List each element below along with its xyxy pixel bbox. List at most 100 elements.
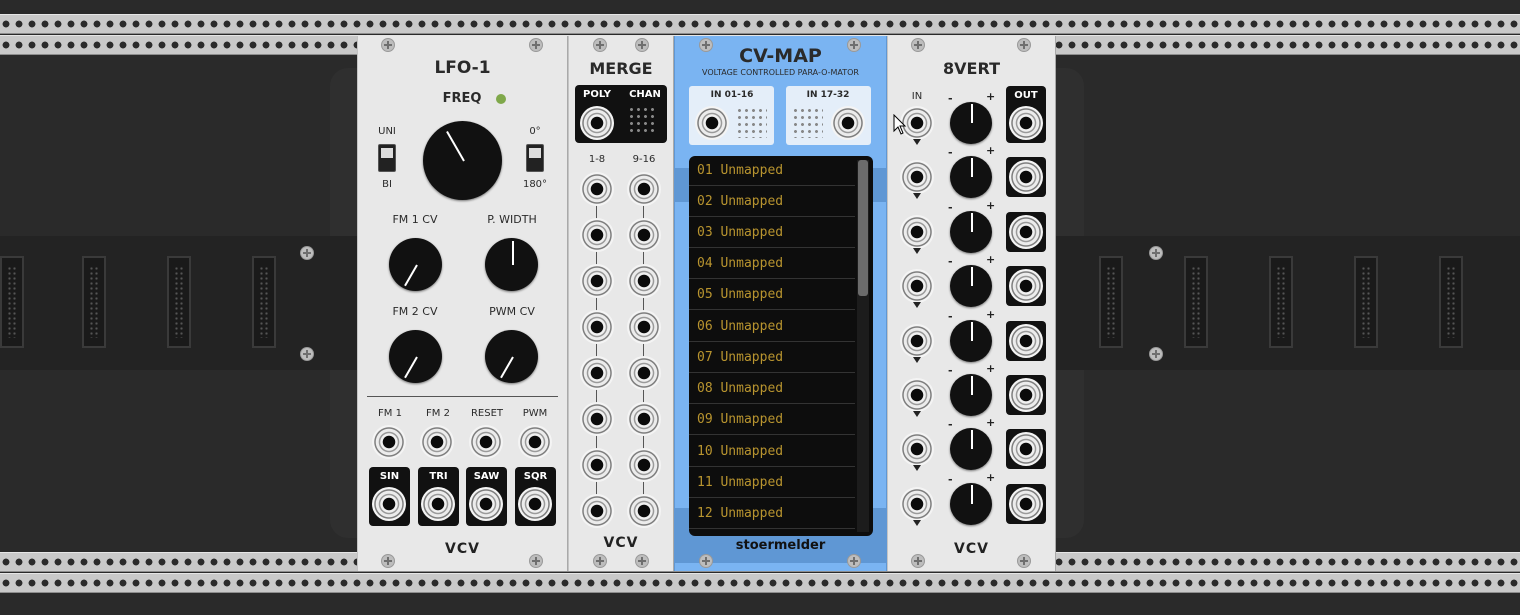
mapping-list[interactable]: 01 Unmapped 02 Unmapped 03 Unmapped 04 U… [689, 156, 873, 536]
8vert-input-jack[interactable] [900, 486, 934, 521]
mapping-item[interactable]: 03 Unmapped [689, 218, 855, 248]
8vert-output-jack[interactable] [1009, 486, 1043, 521]
reset-input-label: RESET [470, 408, 504, 419]
merge-input-jack[interactable] [627, 172, 661, 206]
8vert-input-jack[interactable] [900, 269, 934, 304]
fm1cv-knob[interactable] [389, 238, 442, 291]
merge-input-jack[interactable] [627, 402, 661, 436]
screw [911, 38, 925, 52]
freq-knob[interactable] [423, 121, 502, 200]
minus-label: - [948, 472, 953, 486]
normalled-arrow-icon [913, 465, 921, 472]
reset-input-jack[interactable] [469, 425, 503, 459]
normalled-arrow-icon [913, 247, 921, 254]
attenuverter-knob[interactable] [950, 374, 992, 416]
minus-label: - [948, 418, 953, 432]
8vert-output-jack[interactable] [1009, 323, 1043, 358]
normalled-arrow-icon [913, 302, 921, 309]
mapping-item[interactable]: 07 Unmapped [689, 343, 855, 373]
mapping-item[interactable]: 11 Unmapped [689, 468, 855, 498]
screw [635, 554, 649, 568]
in1-jack[interactable] [695, 106, 729, 140]
saw-output-jack[interactable] [469, 487, 503, 521]
attenuverter-knob[interactable] [950, 265, 992, 308]
merge-input-jack[interactable] [580, 264, 614, 298]
top-rail-1 [0, 14, 1520, 34]
background-connector [82, 256, 106, 348]
sin-output-jack[interactable] [372, 487, 406, 521]
sin-label: SIN [379, 471, 400, 482]
mapping-item[interactable]: 01 Unmapped [689, 156, 855, 186]
merge-input-jack[interactable] [580, 218, 614, 252]
vcv-logo: VCV [445, 541, 480, 557]
fm2cv-label: FM 2 CV [392, 305, 438, 318]
mapping-scrollbar[interactable] [857, 160, 869, 532]
tri-label: TRI [429, 471, 448, 482]
pwmcv-knob[interactable] [485, 330, 538, 383]
screw [593, 38, 607, 52]
pwidth-label: P. WIDTH [487, 213, 537, 226]
8vert-input-jack[interactable] [900, 214, 934, 249]
merge-input-jack[interactable] [580, 356, 614, 390]
mapping-item[interactable]: 10 Unmapped [689, 437, 855, 467]
bi-label: BI [382, 179, 392, 190]
poly-output-jack[interactable] [580, 106, 614, 140]
minus-label: - [948, 200, 953, 214]
mapping-item[interactable]: 02 Unmapped [689, 187, 855, 217]
scrollbar-thumb[interactable] [858, 160, 868, 296]
merge-input-jack[interactable] [627, 448, 661, 482]
merge-input-jack[interactable] [580, 494, 614, 528]
screw [847, 554, 861, 568]
vcv-logo: VCV [603, 535, 639, 551]
mapping-item[interactable]: 08 Unmapped [689, 374, 855, 404]
merge-input-jack[interactable] [580, 448, 614, 482]
merge-input-jack[interactable] [627, 494, 661, 528]
mapping-item[interactable]: 09 Unmapped [689, 405, 855, 435]
in2-jack[interactable] [831, 106, 865, 140]
background-screw [300, 347, 314, 361]
pwm-input-jack[interactable] [518, 425, 552, 459]
background-connector [1099, 256, 1123, 348]
mapping-item[interactable]: 12 Unmapped [689, 499, 855, 529]
mapping-item[interactable]: 05 Unmapped [689, 280, 855, 310]
mapping-item[interactable]: 06 Unmapped [689, 312, 855, 342]
uni-bi-switch[interactable] [378, 144, 396, 172]
background-connector [1439, 256, 1463, 348]
8vert-output-jack[interactable] [1009, 269, 1043, 304]
saw-label: SAW [473, 471, 500, 482]
merge-input-jack[interactable] [627, 310, 661, 344]
channel-led-grid [628, 106, 658, 136]
in1-led-grid [736, 107, 767, 138]
8vert-input-jack[interactable] [900, 378, 934, 412]
attenuverter-knob[interactable] [950, 482, 992, 525]
pwidth-knob[interactable] [485, 238, 538, 291]
attenuverter-knob[interactable] [950, 210, 992, 253]
phase-switch[interactable] [526, 144, 544, 172]
merge-title: MERGE [589, 59, 653, 78]
merge-input-jack[interactable] [580, 172, 614, 206]
mapping-item[interactable]: 04 Unmapped [689, 249, 855, 279]
fm1-input-jack[interactable] [372, 425, 406, 459]
minus-label: - [948, 364, 953, 377]
background-screw [1149, 347, 1163, 361]
tri-output-jack[interactable] [421, 487, 455, 521]
fm2cv-knob[interactable] [389, 330, 442, 383]
screw [593, 554, 607, 568]
8vert-input-jack[interactable] [900, 323, 934, 358]
8vert-output-jack[interactable] [1009, 378, 1043, 412]
merge-input-jack[interactable] [580, 402, 614, 436]
fm2-input-jack[interactable] [420, 425, 454, 459]
8vert-output-jack[interactable] [1009, 106, 1043, 140]
sqr-output-jack[interactable] [518, 487, 552, 521]
uni-label: UNI [378, 126, 396, 137]
merge-input-jack[interactable] [627, 356, 661, 390]
attenuverter-knob[interactable] [950, 319, 992, 362]
8vert-output-jack[interactable] [1009, 214, 1043, 249]
merge-input-jack[interactable] [627, 264, 661, 298]
cvmap-title: CV-MAP [739, 45, 822, 67]
merge-input-jack[interactable] [627, 218, 661, 252]
plus-label: + [986, 144, 996, 158]
attenuverter-knob[interactable] [950, 102, 992, 144]
pwm-input-label: PWM [522, 408, 548, 419]
merge-input-jack[interactable] [580, 310, 614, 344]
